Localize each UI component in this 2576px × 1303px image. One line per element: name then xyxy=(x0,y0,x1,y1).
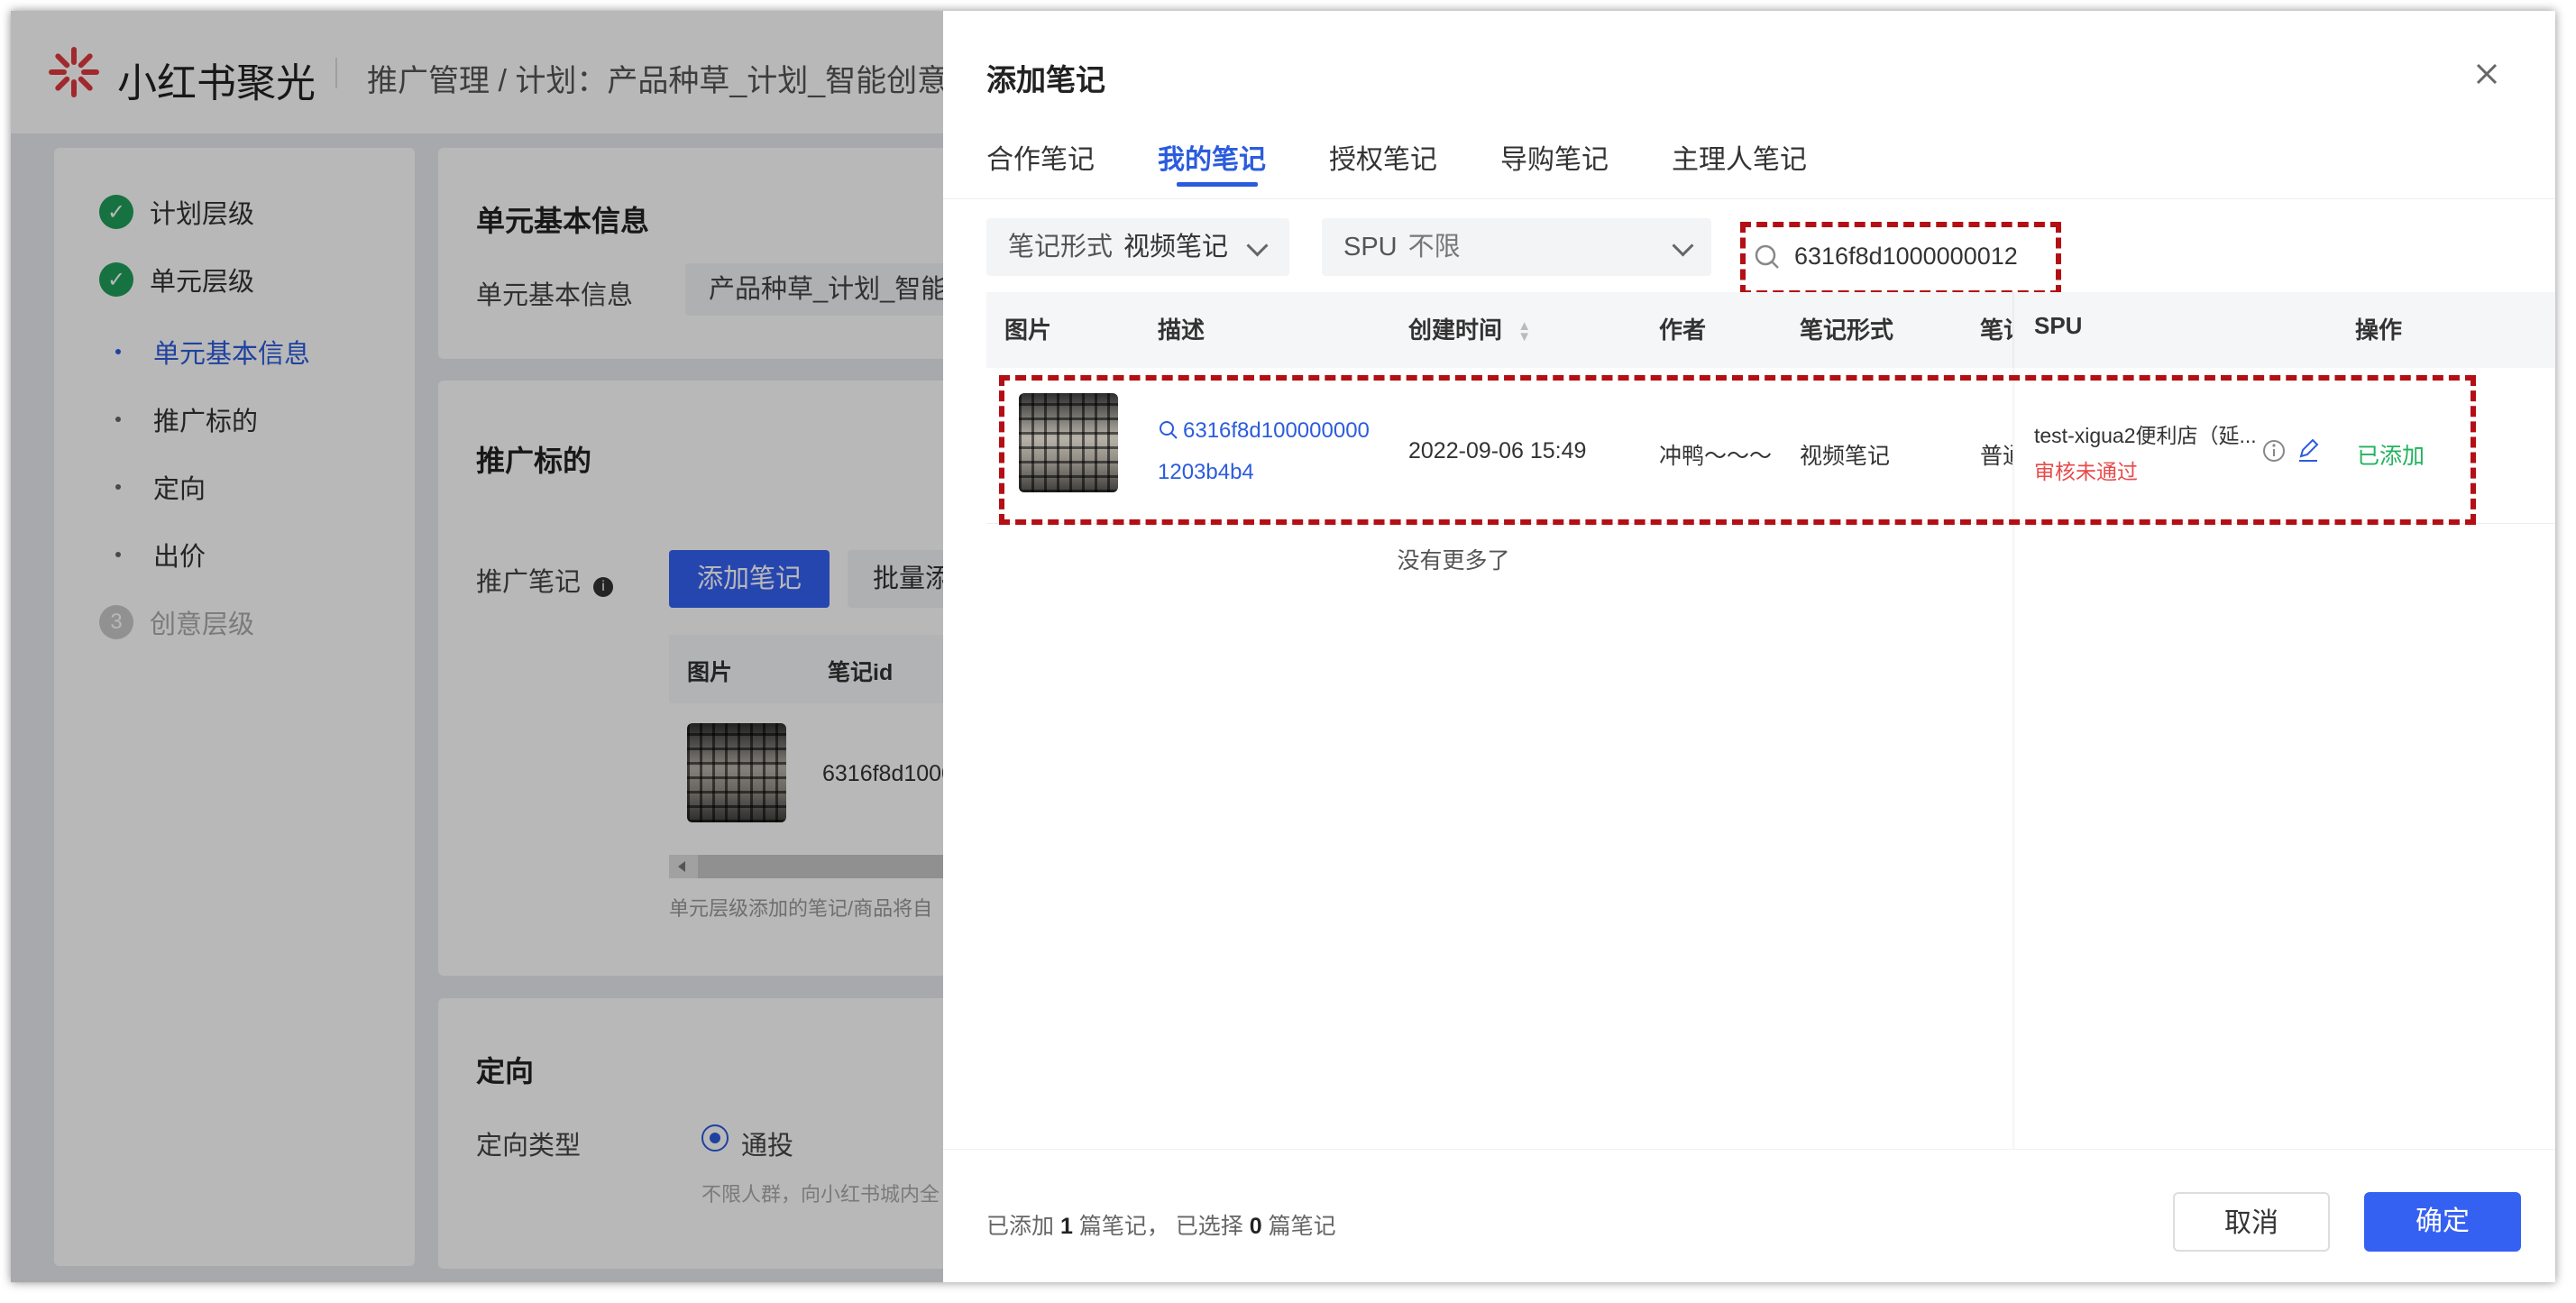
cancel-button[interactable]: 取消 xyxy=(2173,1192,2330,1252)
chevron-down-icon xyxy=(1246,234,1269,257)
note-form-select[interactable]: 笔记形式 视频笔记 xyxy=(986,218,1289,276)
col-spu: SPU xyxy=(2034,312,2083,339)
tab-authorized[interactable]: 授权笔记 xyxy=(1329,137,1437,177)
selection-summary: 已添加 1 篇笔记， 已选择 0 篇笔记 xyxy=(986,1214,1336,1239)
no-more-text: 没有更多了 xyxy=(1397,548,1510,574)
active-tab-indicator xyxy=(1177,182,1258,187)
tabs-divider xyxy=(943,198,2555,199)
col-action: 操作 xyxy=(2355,317,2403,344)
col-desc: 描述 xyxy=(1158,317,1205,344)
annotation-row-box xyxy=(999,375,2476,525)
confirm-button[interactable]: 确定 xyxy=(2364,1192,2521,1252)
annotation-search-box xyxy=(1740,222,2061,296)
spu-select[interactable]: SPU 不限 xyxy=(1322,218,1711,276)
col-form: 笔记形式 xyxy=(1800,317,1894,344)
chevron-down-icon xyxy=(1672,234,1694,257)
col-image: 图片 xyxy=(1004,317,1052,344)
col-created[interactable]: 创建时间 ▲ ▼ xyxy=(1408,312,1531,345)
tab-owner[interactable]: 主理人笔记 xyxy=(1672,137,1807,177)
drawer-title: 添加笔记 xyxy=(986,63,1105,96)
col-author: 作者 xyxy=(1659,317,1707,344)
sort-icon[interactable]: ▲ ▼ xyxy=(1517,319,1531,344)
app-window: 小红书聚光 推广管理 / 计划：产品种草_计划_智能创意复 ✓ 计划层级 ✓ 单… xyxy=(11,11,2555,1282)
tab-shopping[interactable]: 导购笔记 xyxy=(1500,137,1609,177)
tab-cooperation[interactable]: 合作笔记 xyxy=(986,137,1095,177)
col-note: 笔记 xyxy=(1980,317,2012,344)
tab-my-notes[interactable]: 我的笔记 xyxy=(1158,137,1266,177)
close-icon[interactable] xyxy=(2469,56,2505,92)
add-note-drawer: 添加笔记 合作笔记 我的笔记 授权笔记 导购笔记 主理人笔记 笔记形式 视频笔记 … xyxy=(943,11,2555,1282)
table-header xyxy=(986,292,2555,368)
footer-divider xyxy=(943,1149,2555,1150)
